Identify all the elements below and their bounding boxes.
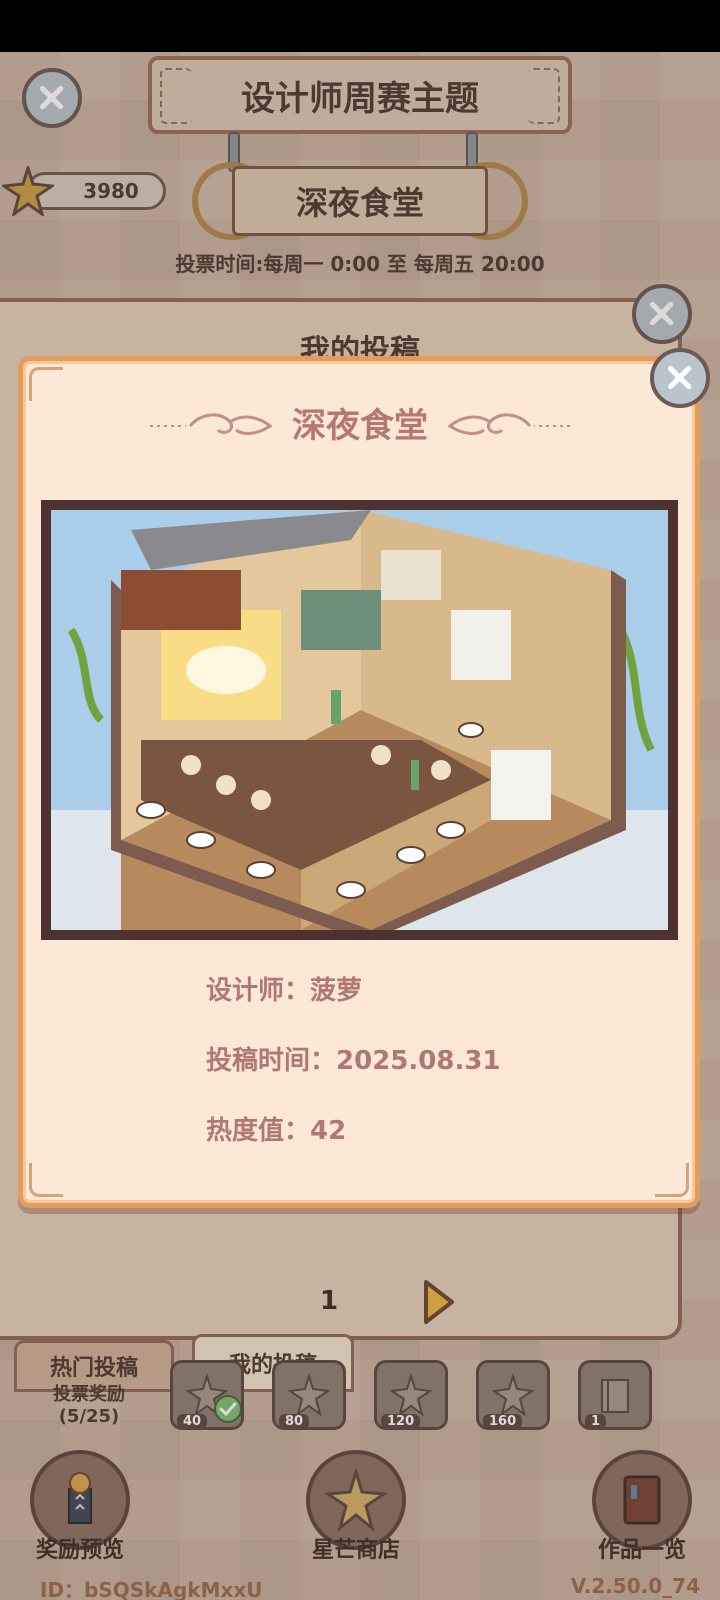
heat-label: 热度值： <box>206 1116 311 1146</box>
heat-value: 42 <box>310 1116 347 1146</box>
close-icon <box>668 366 692 390</box>
heat-line: 热度值：42 <box>206 1110 346 1147</box>
modal-close-button[interactable] <box>650 348 710 408</box>
status-bar <box>0 0 720 52</box>
modal-corner-ornament <box>655 1163 689 1197</box>
submit-time-value: 2025.08.31 <box>336 1046 501 1076</box>
designer-value: 菠萝 <box>310 976 363 1006</box>
modal-title: 深夜食堂 <box>292 406 428 446</box>
submit-time-line: 投稿时间：2025.08.31 <box>206 1040 501 1077</box>
artwork-image[interactable] <box>41 500 678 940</box>
modal-corner-ornament <box>29 1163 63 1197</box>
title-flourish-right-icon <box>447 413 570 435</box>
designer-label: 设计师： <box>206 976 311 1006</box>
designer-line: 设计师：菠萝 <box>206 970 362 1007</box>
submit-time-label: 投稿时间： <box>206 1046 337 1076</box>
modal-corner-ornament <box>29 367 63 401</box>
izakaya-room-illustration <box>51 510 668 930</box>
